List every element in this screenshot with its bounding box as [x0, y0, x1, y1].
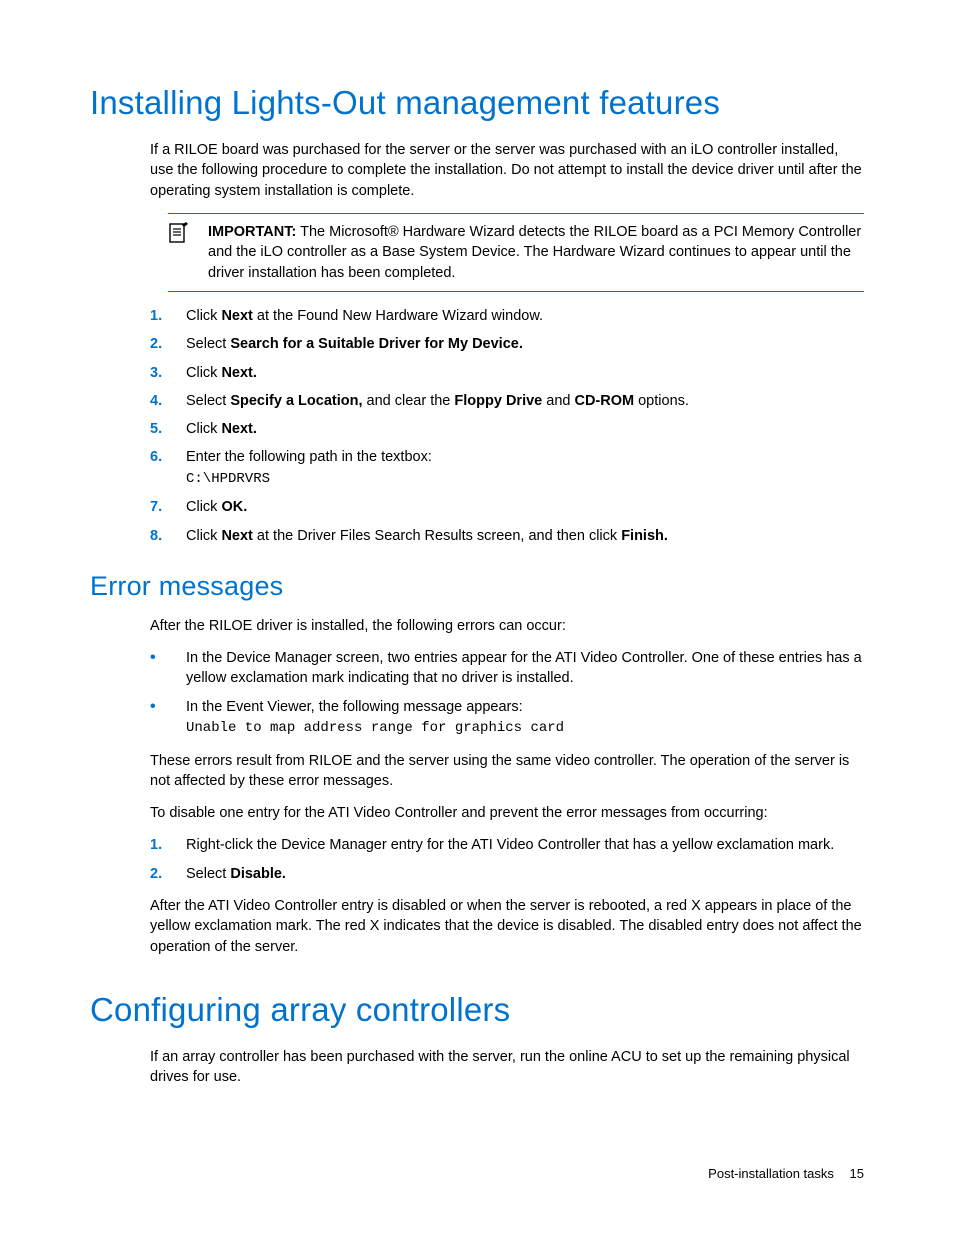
page-number: 15: [850, 1166, 864, 1181]
step-number: 4.: [150, 391, 186, 411]
footer-section-title: Post-installation tasks: [708, 1166, 834, 1181]
step-number: 1.: [150, 835, 186, 855]
step-text: Select Search for a Suitable Driver for …: [186, 334, 864, 354]
code-message: Unable to map address range for graphics…: [186, 720, 564, 736]
step-text: Click Next.: [186, 363, 864, 383]
step-number: 8.: [150, 526, 186, 546]
list-item: 1. Right-click the Device Manager entry …: [150, 835, 864, 855]
document-page: Installing Lights-Out management feature…: [0, 0, 954, 1235]
install-intro-paragraph: If a RILOE board was purchased for the s…: [150, 140, 864, 201]
important-text: IMPORTANT: The Microsoft® Hardware Wizar…: [208, 222, 864, 283]
list-item: 8. Click Next at the Driver Files Search…: [150, 526, 864, 546]
list-item: • In the Event Viewer, the following mes…: [150, 697, 864, 739]
step-text: Enter the following path in the textbox:…: [186, 447, 864, 489]
section-error-body: After the RILOE driver is installed, the…: [150, 616, 864, 957]
list-item: 2. Select Disable.: [150, 864, 864, 884]
important-callout: IMPORTANT: The Microsoft® Hardware Wizar…: [168, 213, 864, 292]
step-number: 1.: [150, 306, 186, 326]
step-number: 5.: [150, 419, 186, 439]
step-number: 2.: [150, 334, 186, 354]
bullet-icon: •: [150, 648, 186, 689]
config-paragraph: If an array controller has been purchase…: [150, 1047, 864, 1088]
step-number: 7.: [150, 497, 186, 517]
list-item: 6. Enter the following path in the textb…: [150, 447, 864, 489]
list-item: 2. Select Search for a Suitable Driver f…: [150, 334, 864, 354]
page-footer: Post-installation tasks 15: [708, 1165, 864, 1183]
step-number: 2.: [150, 864, 186, 884]
important-icon: [168, 222, 208, 244]
heading-error-messages: Error messages: [90, 568, 864, 606]
section-config-body: If an array controller has been purchase…: [150, 1047, 864, 1088]
heading-configuring-array: Configuring array controllers: [90, 987, 864, 1033]
heading-installing-lights-out: Installing Lights-Out management feature…: [90, 80, 864, 126]
list-item: 7. Click OK.: [150, 497, 864, 517]
step-text: Click OK.: [186, 497, 864, 517]
bullet-icon: •: [150, 697, 186, 739]
error-bullet-list: • In the Device Manager screen, two entr…: [150, 648, 864, 738]
step-text: Click Next.: [186, 419, 864, 439]
error-after-paragraph: After the ATI Video Controller entry is …: [150, 896, 864, 957]
error-intro-paragraph: After the RILOE driver is installed, the…: [150, 616, 864, 636]
list-item: 4. Select Specify a Location, and clear …: [150, 391, 864, 411]
step-number: 6.: [150, 447, 186, 489]
list-item: • In the Device Manager screen, two entr…: [150, 648, 864, 689]
step-number: 3.: [150, 363, 186, 383]
bullet-text: In the Device Manager screen, two entrie…: [186, 648, 864, 689]
section-install-body: If a RILOE board was purchased for the s…: [150, 140, 864, 546]
disable-steps-list: 1. Right-click the Device Manager entry …: [150, 835, 864, 884]
step-text: Click Next at the Found New Hardware Wiz…: [186, 306, 864, 326]
bullet-text: In the Event Viewer, the following messa…: [186, 697, 864, 739]
step-text: Select Disable.: [186, 864, 864, 884]
code-path: C:\HPDRVRS: [186, 471, 270, 487]
install-steps-list: 1. Click Next at the Found New Hardware …: [150, 306, 864, 546]
error-disable-intro: To disable one entry for the ATI Video C…: [150, 803, 864, 823]
error-explain-paragraph: These errors result from RILOE and the s…: [150, 751, 864, 792]
list-item: 5. Click Next.: [150, 419, 864, 439]
list-item: 3. Click Next.: [150, 363, 864, 383]
step-text: Right-click the Device Manager entry for…: [186, 835, 864, 855]
important-label: IMPORTANT:: [208, 224, 296, 240]
step-text: Select Specify a Location, and clear the…: [186, 391, 864, 411]
important-body: The Microsoft® Hardware Wizard detects t…: [208, 224, 861, 281]
step-text: Click Next at the Driver Files Search Re…: [186, 526, 864, 546]
list-item: 1. Click Next at the Found New Hardware …: [150, 306, 864, 326]
